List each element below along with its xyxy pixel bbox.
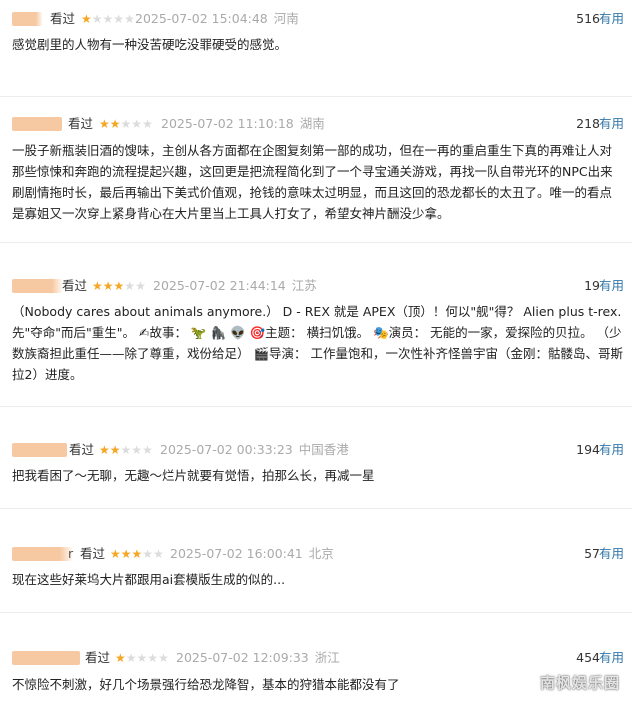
divider: [0, 612, 632, 613]
star-icon: ★: [153, 547, 164, 561]
useful-button[interactable]: 有用: [599, 544, 624, 564]
watched-label: 看过: [69, 442, 95, 457]
comment-location: 浙江: [314, 650, 340, 665]
rating-stars: ★★★★★: [99, 440, 153, 460]
divider: [0, 406, 632, 407]
star-icon: ★: [102, 279, 114, 293]
rating-stars: ★★★★★: [110, 544, 164, 564]
star-icon: ★: [99, 443, 110, 457]
watched-label: 看过: [62, 278, 88, 293]
useful-button[interactable]: 有用: [599, 276, 624, 296]
vote-count: 194: [576, 442, 600, 457]
comment-timestamp: 2025-07-02 12:09:33 浙江: [176, 650, 340, 665]
star-icon: ★: [131, 443, 143, 457]
useful-button[interactable]: 有用: [599, 440, 624, 460]
comment-text: 把我看困了～无聊，无趣～烂片就要有觉悟，拍那么长，再减一星: [12, 468, 375, 483]
username-masked[interactable]: [12, 12, 42, 26]
comment-text: 一股子新瓶装旧酒的馊味，主创从各方面都在企图复刻第一部的成功，但在一再的重启重生…: [12, 143, 613, 221]
star-icon: ★: [92, 279, 103, 293]
vote-count: 516: [576, 11, 600, 26]
star-icon: ★: [136, 651, 148, 665]
rating-stars: ★★★★★: [92, 276, 146, 296]
star-icon: ★: [113, 279, 125, 293]
useful-button[interactable]: 有用: [599, 9, 624, 29]
rating-stars: ★★★★★: [115, 648, 169, 668]
watched-label: 看过: [85, 650, 111, 665]
star-icon: ★: [147, 651, 159, 665]
star-icon: ★: [131, 547, 143, 561]
star-icon: ★: [81, 12, 92, 26]
comment-meta: 看过 ★★★★★ 2025-07-02 12:09:33 浙江 454 有用: [12, 648, 624, 668]
comment-meta: 看过 ★★★★★ 2025-07-02 21:44:14 江苏 19 有用: [12, 276, 624, 296]
star-icon: ★: [120, 117, 132, 131]
username-masked[interactable]: [12, 117, 62, 131]
comment-location: 河南: [273, 11, 299, 26]
comment-text: 感觉剧里的人物有一种没苦硬吃没罪硬受的感觉。: [12, 37, 288, 52]
comment-timestamp: 2025-07-02 11:10:18 湖南: [161, 116, 325, 131]
rating-stars: ★★★★★: [81, 9, 135, 29]
star-icon: ★: [109, 117, 121, 131]
username-tail: r: [68, 546, 74, 561]
useful-button[interactable]: 有用: [599, 648, 624, 668]
divider: [0, 508, 632, 509]
watched-label: 看过: [68, 116, 94, 131]
comment-location: 江苏: [291, 278, 317, 293]
vote-count: 57: [584, 546, 600, 561]
rating-stars: ★★★★★: [99, 114, 153, 134]
comment-meta: 看过 ★★★★★ 2025-07-02 00:33:23 中国香港 194 有用: [12, 440, 624, 460]
watched-label: 看过: [80, 546, 106, 561]
divider: [0, 96, 632, 97]
comment-location: 中国香港: [298, 442, 349, 457]
star-icon: ★: [120, 547, 132, 561]
star-icon: ★: [109, 443, 121, 457]
vote-count: 454: [576, 650, 600, 665]
comment-timestamp: 2025-07-02 16:00:41 北京: [170, 546, 334, 561]
useful-button[interactable]: 有用: [599, 114, 624, 134]
star-icon: ★: [142, 547, 154, 561]
vote-count: 19: [584, 278, 600, 293]
divider: [0, 242, 632, 243]
watched-label: 看过: [50, 11, 76, 26]
username-masked[interactable]: [12, 651, 80, 665]
comment-meta: r 看过 ★★★★★ 2025-07-02 16:00:41 北京 57 有用: [12, 544, 624, 564]
star-icon: ★: [142, 443, 153, 457]
comment-timestamp: 2025-07-02 15:04:48 河南: [135, 11, 299, 26]
comment-meta: 看过 ★★★★★ 2025-07-02 11:10:18 湖南 218 有用: [12, 114, 624, 134]
comment-text: 不惊险不刺激，好几个场景强行给恐龙降智，基本的狩猎本能都没有了: [12, 677, 400, 692]
watermark-logo: 南枫娱乐圈: [539, 674, 620, 692]
comment-timestamp: 2025-07-02 00:33:23 中国香港: [160, 442, 349, 457]
star-icon: ★: [131, 117, 143, 131]
star-icon: ★: [113, 12, 125, 26]
comment-text: 现在这些好莱坞大片都跟用ai套模版生成的似的...: [12, 572, 286, 587]
comment-timestamp: 2025-07-02 21:44:14 江苏: [153, 278, 317, 293]
star-icon: ★: [124, 12, 135, 26]
star-icon: ★: [158, 651, 169, 665]
star-icon: ★: [135, 279, 146, 293]
comment-location: 北京: [308, 546, 334, 561]
star-icon: ★: [110, 547, 121, 561]
comment-location: 湖南: [299, 116, 325, 131]
comment-text: （Nobody cares about animals anymore.） D …: [12, 304, 624, 382]
username-masked[interactable]: [12, 547, 72, 561]
star-icon: ★: [115, 651, 126, 665]
star-icon: ★: [125, 651, 137, 665]
username-masked[interactable]: [12, 279, 62, 293]
star-icon: ★: [124, 279, 136, 293]
star-icon: ★: [120, 443, 132, 457]
vote-count: 218: [576, 116, 600, 131]
star-icon: ★: [102, 12, 114, 26]
comment-meta: 看过 ★★★★★ 2025-07-02 15:04:48 河南 516 有用: [12, 9, 624, 29]
star-icon: ★: [99, 117, 110, 131]
star-icon: ★: [142, 117, 153, 131]
username-masked[interactable]: [12, 443, 67, 457]
star-icon: ★: [91, 12, 103, 26]
